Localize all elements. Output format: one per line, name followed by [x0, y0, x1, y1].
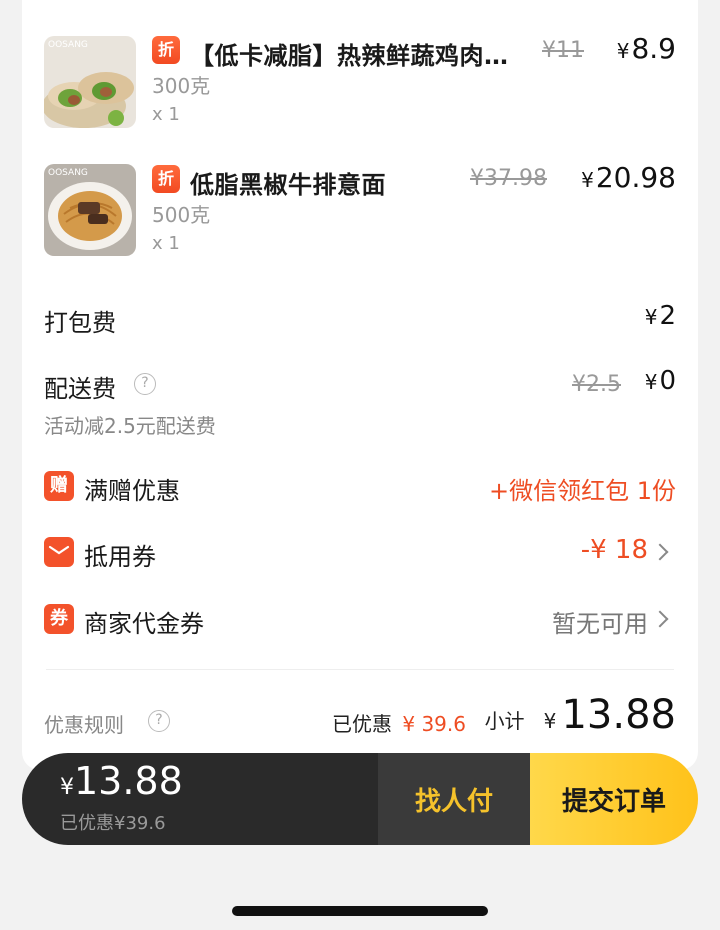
chevron-right-icon[interactable] [651, 543, 669, 561]
total-value: 13.88 [74, 759, 183, 803]
help-icon[interactable]: ? [134, 373, 156, 395]
divider [46, 669, 674, 670]
product-image-steak-pasta[interactable]: OOSANG [44, 164, 136, 256]
summary-discount: 已优惠 ¥ 39.6 [332, 708, 466, 737]
help-icon[interactable]: ? [148, 710, 170, 732]
gift-promo-value: +微信领红包 1份 [488, 477, 676, 505]
price-value: 8.9 [631, 32, 676, 65]
currency-symbol: ¥ [616, 39, 630, 63]
total-price: ¥13.88 [60, 759, 183, 803]
voucher-icon: 券 [44, 604, 74, 634]
fee-amount: 0 [659, 366, 676, 396]
home-indicator[interactable] [232, 906, 488, 916]
gift-promo-label: 满赠优惠 [84, 477, 180, 505]
discount-tag: 折 [152, 36, 180, 64]
product-quantity: x 1 [152, 104, 180, 125]
delivery-fee-note: 活动减2.5元配送费 [44, 414, 216, 438]
find-payer-button[interactable]: 找人付 [378, 753, 530, 845]
checkout-total: ¥13.88 已优惠¥39.6 [22, 753, 378, 845]
product-quantity: x 1 [152, 233, 180, 254]
checkout-bar: ¥13.88 已优惠¥39.6 找人付 提交订单 [22, 753, 698, 845]
currency-symbol: ¥ [543, 709, 557, 733]
original-price: ¥11 [542, 38, 584, 63]
merchant-voucher-value[interactable]: 暂无可用 [552, 604, 648, 639]
currency-symbol: ¥ [644, 305, 658, 329]
discount-tag: 折 [152, 165, 180, 193]
discount-rules-label[interactable]: 优惠规则 [44, 709, 124, 738]
product-name[interactable]: 低脂黑椒牛排意面 [190, 165, 386, 200]
delivery-original-fee: ¥2.5 [572, 372, 621, 397]
discount-label: 已优惠 [332, 712, 392, 736]
image-brand-text: OOSANG [48, 168, 88, 178]
packing-fee-value: ¥2 [645, 301, 676, 331]
currency-symbol: ¥ [60, 775, 74, 800]
packing-fee-label: 打包费 [44, 309, 116, 337]
product-image-chicken-wrap[interactable]: OOSANG [44, 36, 136, 128]
price-value: 20.98 [595, 161, 676, 194]
coupon-value[interactable]: -¥ 18 [581, 535, 648, 565]
currency-symbol: ¥ [581, 168, 594, 192]
saved-amount: 已优惠¥39.6 [60, 813, 166, 834]
discount-value: ¥ 39.6 [402, 712, 466, 736]
current-price: ¥20.98 [581, 161, 676, 194]
merchant-voucher-label[interactable]: 商家代金券 [84, 604, 204, 639]
delivery-fee-value: ¥0 [645, 366, 676, 396]
currency-symbol: ¥ [644, 370, 658, 394]
subtotal-value: 13.88 [561, 692, 676, 738]
image-brand-text: OOSANG [48, 40, 88, 50]
subtotal-label: 小计 [484, 709, 525, 733]
coupon-label[interactable]: 抵用券 [84, 537, 156, 572]
product-spec: 300克 [152, 74, 211, 98]
submit-order-button[interactable]: 提交订单 [530, 753, 698, 845]
delivery-fee-label: 配送费 [44, 375, 116, 403]
red-envelope-icon [44, 537, 74, 567]
fee-amount: 2 [659, 301, 676, 331]
find-payer-label: 找人付 [414, 787, 493, 817]
order-card: OOSANG 折 【低卡减脂】热辣鲜蔬鸡肉… 300克 x 1 ¥11 ¥8.9… [22, 0, 698, 770]
product-name[interactable]: 【低卡减脂】热辣鲜蔬鸡肉… [190, 36, 509, 71]
subtotal: 小计 ¥ 13.88 [485, 692, 676, 738]
submit-order-label: 提交订单 [561, 787, 666, 817]
current-price: ¥8.9 [617, 32, 676, 65]
chevron-right-icon[interactable] [651, 610, 669, 628]
original-price: ¥37.98 [470, 166, 547, 191]
gift-icon: 赠 [44, 471, 74, 501]
product-spec: 500克 [152, 203, 211, 227]
